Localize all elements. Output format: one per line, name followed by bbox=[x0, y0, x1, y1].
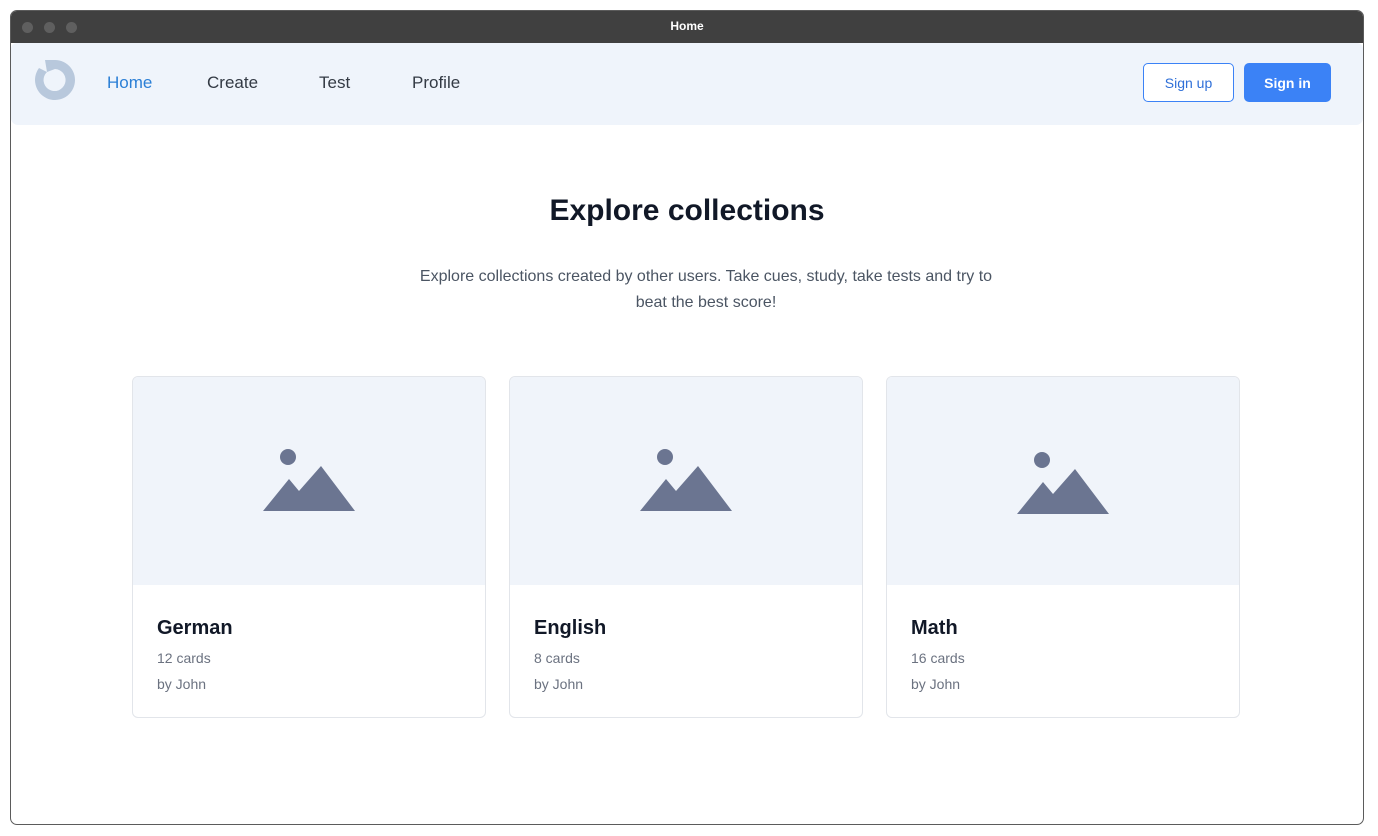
collection-image bbox=[510, 377, 862, 585]
page-subtitle: Explore collections created by other use… bbox=[419, 268, 993, 311]
collection-author: by John bbox=[157, 676, 207, 692]
sign-up-button[interactable]: Sign up bbox=[1143, 63, 1234, 102]
collection-title: English bbox=[534, 617, 607, 639]
image-placeholder-icon bbox=[1017, 452, 1109, 514]
sign-in-button[interactable]: Sign in bbox=[1244, 63, 1331, 102]
window-titlebar: Home bbox=[11, 11, 1363, 43]
collection-card-count: 16 cards bbox=[911, 650, 965, 666]
nav-link-test[interactable]: Test bbox=[319, 73, 350, 93]
collection-card-count: 8 cards bbox=[534, 650, 580, 666]
collection-card-german[interactable]: German 12 cards by John bbox=[132, 376, 486, 718]
window-title: Home bbox=[670, 19, 704, 33]
collection-author: by John bbox=[911, 676, 961, 692]
collection-card-english[interactable]: English 8 cards by John bbox=[509, 376, 863, 718]
top-navbar: Home Create Test Profile Sign up Sign in bbox=[11, 43, 1363, 125]
browser-window: Home Home Create Test Profile Sign up Si… bbox=[10, 10, 1364, 825]
nav-link-profile[interactable]: Profile bbox=[412, 73, 460, 93]
collection-author: by John bbox=[534, 676, 584, 692]
nav-link-home[interactable]: Home bbox=[107, 73, 152, 93]
collection-title: German bbox=[157, 617, 233, 639]
collection-card-math[interactable]: Math 16 cards by John bbox=[886, 376, 1240, 718]
image-placeholder-icon bbox=[263, 449, 355, 511]
page-title: Explore collections bbox=[549, 194, 825, 227]
image-placeholder-icon bbox=[640, 449, 732, 511]
nav-link-create[interactable]: Create bbox=[207, 73, 258, 93]
app-logo-icon[interactable] bbox=[33, 58, 77, 102]
collection-title: Math bbox=[911, 617, 958, 639]
collection-image bbox=[887, 377, 1239, 585]
collection-card-count: 12 cards bbox=[157, 650, 211, 666]
collection-image bbox=[133, 377, 485, 585]
